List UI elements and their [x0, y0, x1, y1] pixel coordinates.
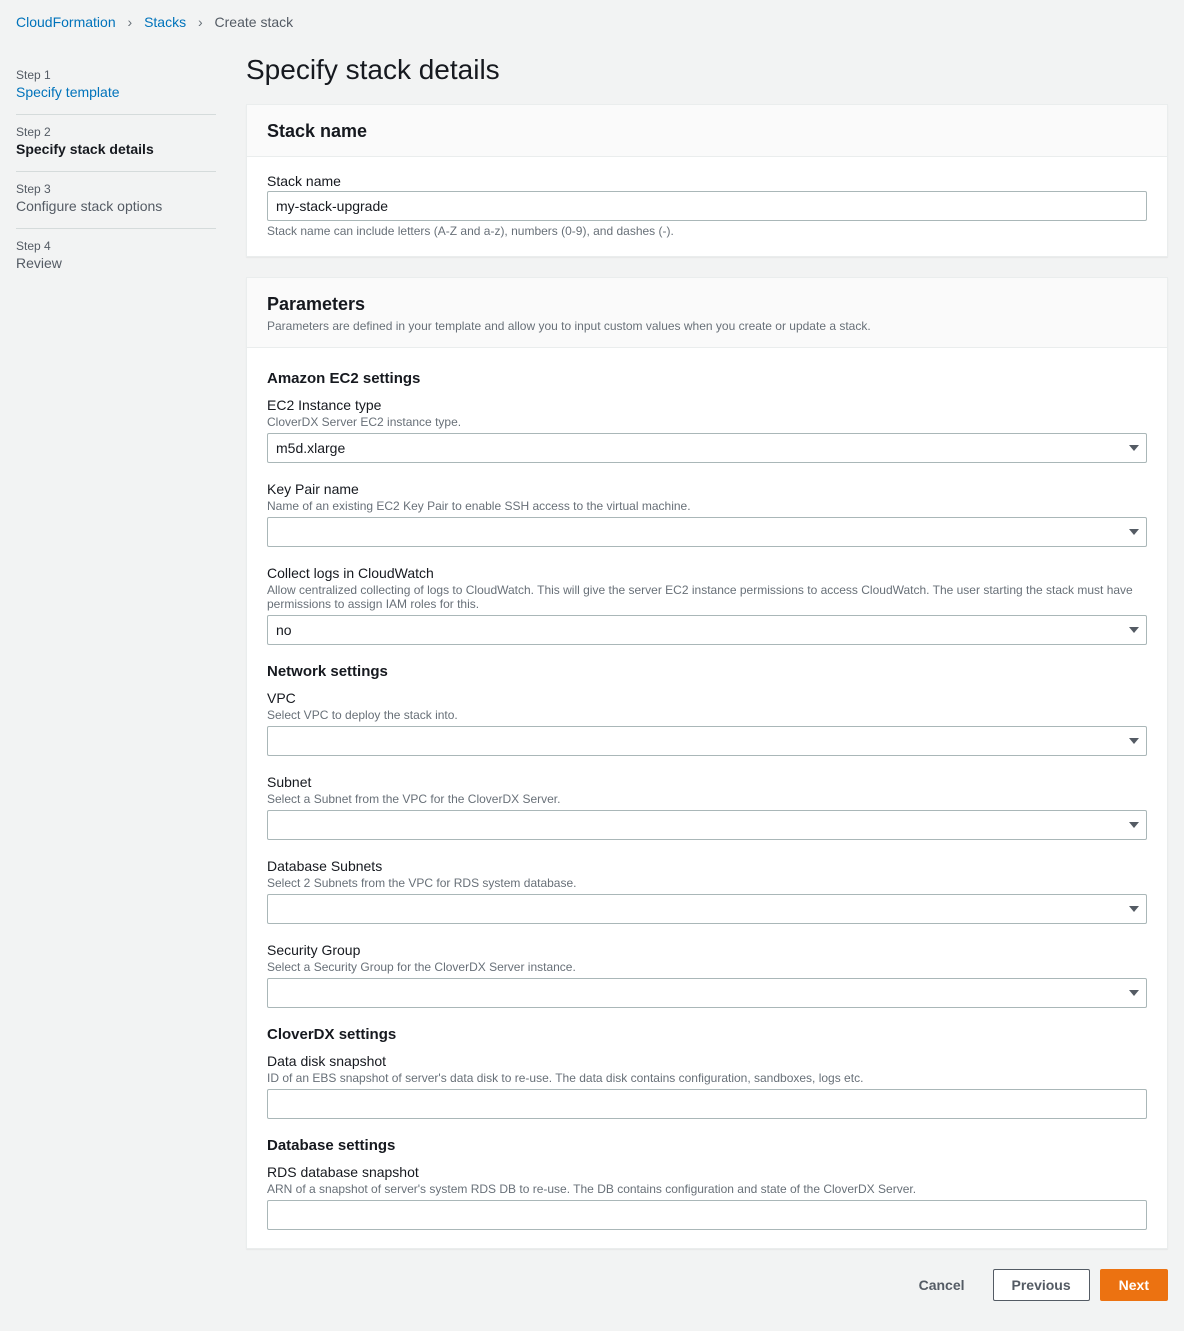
chevron-down-icon — [1129, 738, 1139, 744]
stack-name-label: Stack name — [267, 173, 1147, 189]
subnet-label: Subnet — [267, 774, 1147, 790]
cloverdx-section-heading: CloverDX settings — [267, 1026, 1147, 1043]
data-disk-input[interactable] — [267, 1089, 1147, 1119]
step-title: Review — [16, 255, 216, 271]
rds-snapshot-label: RDS database snapshot — [267, 1164, 1147, 1180]
cancel-button[interactable]: Cancel — [901, 1269, 983, 1301]
stack-name-hint: Stack name can include letters (A-Z and … — [267, 224, 1147, 238]
database-section-heading: Database settings — [267, 1137, 1147, 1154]
vpc-hint: Select VPC to deploy the stack into. — [267, 708, 1147, 722]
step-title: Configure stack options — [16, 198, 216, 214]
keypair-select[interactable] — [267, 517, 1147, 547]
wizard-step-3: Step 3 Configure stack options — [16, 172, 216, 229]
ec2-section-heading: Amazon EC2 settings — [267, 370, 1147, 387]
db-subnets-select[interactable] — [267, 894, 1147, 924]
chevron-down-icon — [1129, 906, 1139, 912]
chevron-right-icon: › — [198, 14, 203, 30]
page-title: Specify stack details — [246, 54, 1168, 86]
wizard-step-1[interactable]: Step 1 Specify template — [16, 58, 216, 115]
next-button[interactable]: Next — [1100, 1269, 1168, 1301]
step-title[interactable]: Specify template — [16, 84, 216, 100]
instance-type-hint: CloverDX Server EC2 instance type. — [267, 415, 1147, 429]
panel-heading: Stack name — [267, 121, 1147, 142]
step-number: Step 3 — [16, 182, 216, 196]
wizard-step-4: Step 4 Review — [16, 229, 216, 285]
chevron-down-icon — [1129, 445, 1139, 451]
breadcrumb-stacks[interactable]: Stacks — [144, 14, 186, 30]
chevron-down-icon — [1129, 990, 1139, 996]
security-group-hint: Select a Security Group for the CloverDX… — [267, 960, 1147, 974]
step-number: Step 4 — [16, 239, 216, 253]
instance-type-select[interactable]: m5d.xlarge — [267, 433, 1147, 463]
keypair-hint: Name of an existing EC2 Key Pair to enab… — [267, 499, 1147, 513]
data-disk-hint: ID of an EBS snapshot of server's data d… — [267, 1071, 1147, 1085]
security-group-select[interactable] — [267, 978, 1147, 1008]
vpc-label: VPC — [267, 690, 1147, 706]
breadcrumb: CloudFormation › Stacks › Create stack — [0, 0, 1184, 38]
previous-button[interactable]: Previous — [993, 1269, 1090, 1301]
vpc-select[interactable] — [267, 726, 1147, 756]
panel-subheading: Parameters are defined in your template … — [267, 319, 1147, 333]
stack-name-panel: Stack name Stack name Stack name can inc… — [246, 104, 1168, 257]
data-disk-label: Data disk snapshot — [267, 1053, 1147, 1069]
network-section-heading: Network settings — [267, 663, 1147, 680]
security-group-label: Security Group — [267, 942, 1147, 958]
cloudwatch-select[interactable]: no — [267, 615, 1147, 645]
step-number: Step 2 — [16, 125, 216, 139]
chevron-right-icon: › — [128, 14, 133, 30]
instance-type-label: EC2 Instance type — [267, 397, 1147, 413]
step-number: Step 1 — [16, 68, 216, 82]
keypair-label: Key Pair name — [267, 481, 1147, 497]
wizard-actions: Cancel Previous Next — [246, 1269, 1168, 1301]
cloudwatch-hint: Allow centralized collecting of logs to … — [267, 583, 1147, 611]
stack-name-input[interactable] — [267, 191, 1147, 221]
db-subnets-label: Database Subnets — [267, 858, 1147, 874]
subnet-hint: Select a Subnet from the VPC for the Clo… — [267, 792, 1147, 806]
cloudwatch-label: Collect logs in CloudWatch — [267, 565, 1147, 581]
chevron-down-icon — [1129, 627, 1139, 633]
rds-snapshot-hint: ARN of a snapshot of server's system RDS… — [267, 1182, 1147, 1196]
breadcrumb-root[interactable]: CloudFormation — [16, 14, 116, 30]
wizard-step-2: Step 2 Specify stack details — [16, 115, 216, 172]
panel-heading: Parameters — [267, 294, 1147, 315]
rds-snapshot-input[interactable] — [267, 1200, 1147, 1230]
chevron-down-icon — [1129, 822, 1139, 828]
subnet-select[interactable] — [267, 810, 1147, 840]
wizard-steps: Step 1 Specify template Step 2 Specify s… — [16, 48, 246, 1301]
parameters-panel: Parameters Parameters are defined in you… — [246, 277, 1168, 1249]
breadcrumb-current: Create stack — [215, 14, 294, 30]
step-title: Specify stack details — [16, 141, 216, 157]
db-subnets-hint: Select 2 Subnets from the VPC for RDS sy… — [267, 876, 1147, 890]
chevron-down-icon — [1129, 529, 1139, 535]
